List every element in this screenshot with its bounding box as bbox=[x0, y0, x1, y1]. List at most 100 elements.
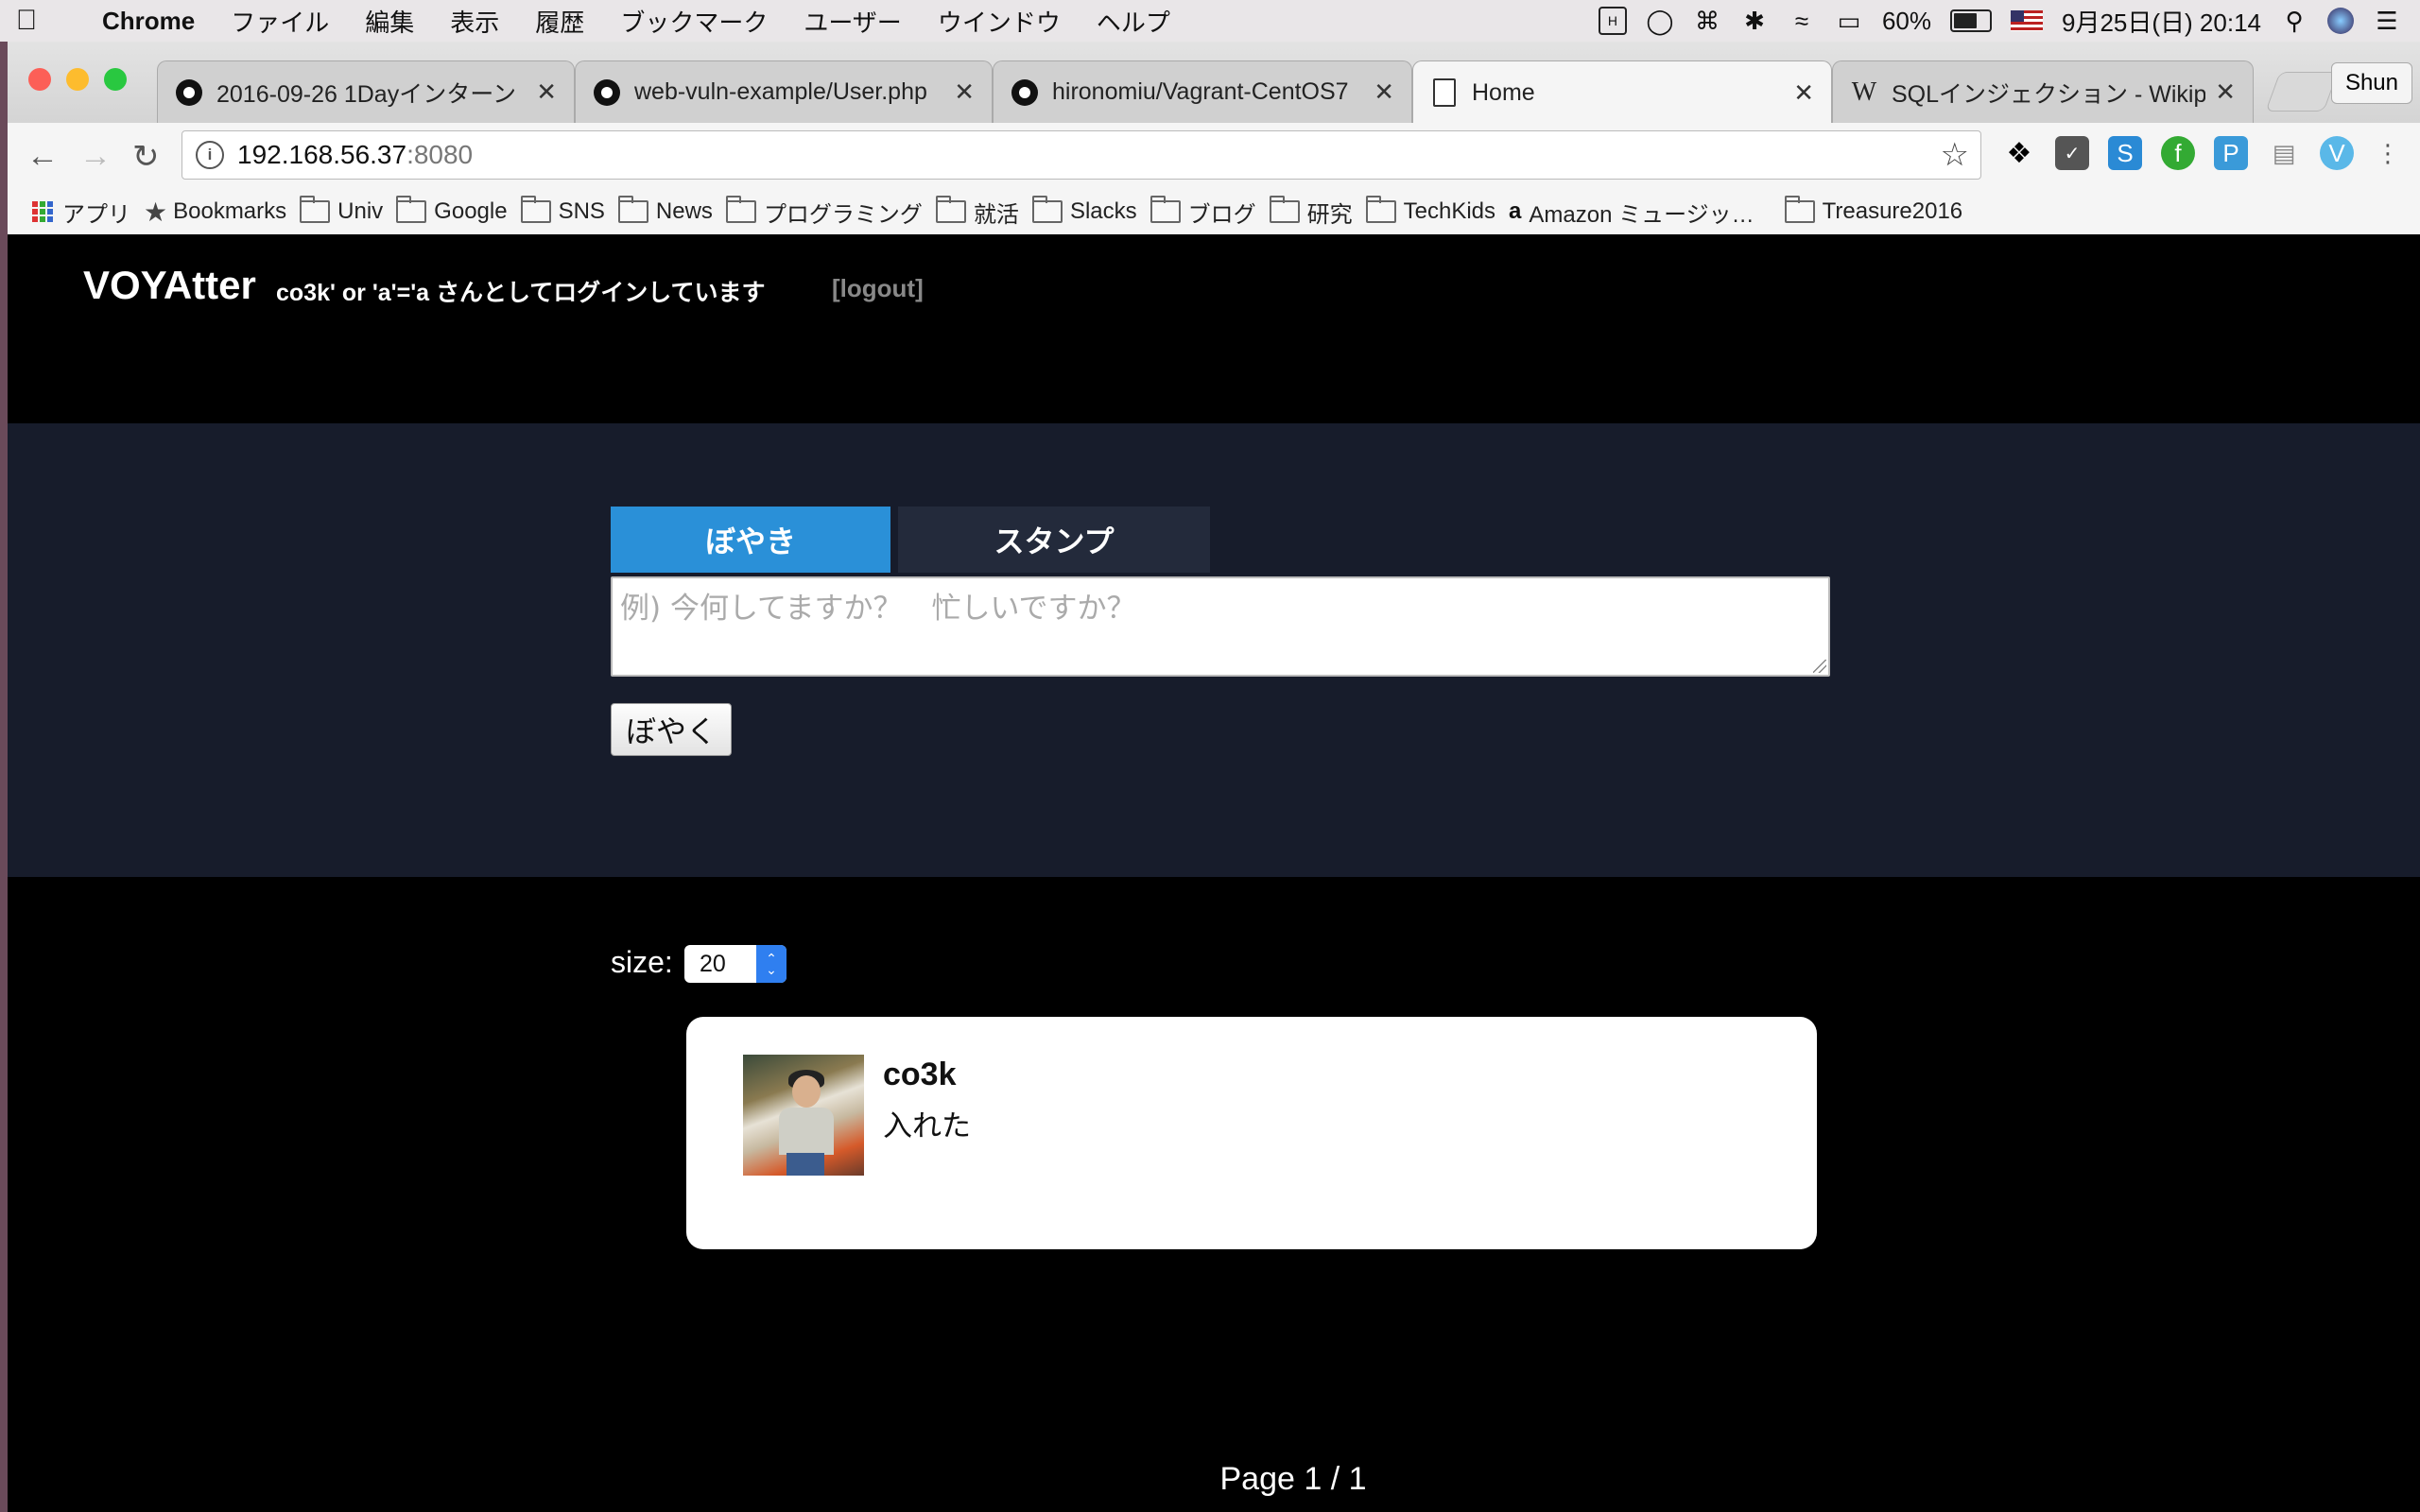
close-icon[interactable]: ✕ bbox=[1374, 77, 1394, 107]
notification-center-icon[interactable]: ☰ bbox=[2373, 7, 2401, 35]
bookmark-folder-programming[interactable]: プログラミング bbox=[725, 196, 923, 229]
airplay-icon[interactable]: ▭ bbox=[1835, 7, 1863, 35]
sync-icon[interactable]: ◯ bbox=[1646, 7, 1674, 35]
folder-icon bbox=[520, 196, 551, 223]
bookmark-bookmarks[interactable]: ★ Bookmarks bbox=[144, 197, 286, 228]
profile-button[interactable]: Shun bbox=[2330, 62, 2412, 104]
bookmark-folder-slacks[interactable]: Slacks bbox=[1031, 196, 1137, 225]
wikipedia-icon: W bbox=[1851, 77, 1877, 107]
status-area: H ◯ ⌘ ✱ ≈ ▭ 60% 9月25日(日) 20:14 ⚲ ☰ bbox=[1598, 0, 2401, 42]
siri-icon[interactable] bbox=[2327, 8, 2354, 34]
minimize-window-button[interactable] bbox=[66, 68, 89, 91]
post-username[interactable]: co3k bbox=[883, 1057, 957, 1093]
reload-icon[interactable]: ↻ bbox=[132, 138, 160, 176]
v-extension-icon[interactable]: V bbox=[2320, 136, 2354, 170]
url-host: 192.168.56.37 bbox=[237, 140, 407, 169]
menu-edit[interactable]: 編集 bbox=[365, 4, 414, 39]
bookmark-folder-blog[interactable]: ブログ bbox=[1150, 196, 1256, 229]
app-status-icon[interactable]: H bbox=[1598, 7, 1627, 35]
tab-boyaki[interactable]: ぼやき bbox=[611, 507, 890, 573]
github-icon bbox=[593, 78, 621, 107]
folder-icon bbox=[1150, 196, 1181, 223]
select-arrows-icon: ⌃ ⌄ bbox=[756, 945, 786, 983]
bookmark-folder-news[interactable]: News bbox=[617, 196, 713, 225]
bookmark-folder-techkids[interactable]: TechKids bbox=[1365, 196, 1495, 225]
bookmark-star-icon[interactable]: ☆ bbox=[1941, 136, 1969, 174]
tab-internship[interactable]: 2016-09-26 1Dayインターン ✕ bbox=[157, 60, 575, 123]
tab-title: 2016-09-26 1Dayインターン bbox=[216, 80, 516, 108]
tab-home[interactable]: Home ✕ bbox=[1412, 60, 1832, 124]
app-menu-chrome[interactable]: Chrome bbox=[102, 7, 195, 36]
bookmark-label: Bookmarks bbox=[173, 198, 287, 224]
bookmark-amazon-music[interactable]: a Amazon ミュージッ… bbox=[1509, 196, 1754, 229]
command-icon[interactable]: ⌘ bbox=[1693, 7, 1721, 35]
tab-title: hironomiu/Vagrant-CentOS7 bbox=[1052, 78, 1349, 105]
close-window-button[interactable] bbox=[28, 68, 51, 91]
browser-window: 2016-09-26 1Dayインターン ✕ web-vuln-example/… bbox=[8, 42, 2420, 1512]
menu-window[interactable]: ウインドウ bbox=[938, 4, 1061, 39]
post-textarea[interactable]: 例) 今何してますか？ 忙しいですか？ bbox=[611, 576, 1830, 677]
menu-user[interactable]: ユーザー bbox=[804, 4, 901, 39]
close-icon[interactable]: ✕ bbox=[536, 77, 557, 107]
post-button[interactable]: ぼやく bbox=[611, 703, 732, 756]
menu-view[interactable]: 表示 bbox=[450, 4, 499, 39]
bookmark-folder-research[interactable]: 研究 bbox=[1269, 196, 1353, 229]
forward-arrow-icon[interactable]: → bbox=[79, 138, 112, 175]
feedly-extension-icon[interactable]: f bbox=[2161, 136, 2195, 170]
pocket-extension-icon[interactable]: ✓ bbox=[2055, 136, 2089, 170]
macos-menubar:  Chrome ファイル 編集 表示 履歴 ブックマーク ユーザー ウインドウ… bbox=[0, 0, 2420, 42]
twitter-extension-icon[interactable]: ❖ bbox=[2002, 136, 2036, 170]
avatar[interactable] bbox=[743, 1055, 864, 1176]
address-bar[interactable]: i 192.168.56.37 :8080 ☆ bbox=[182, 130, 1981, 180]
spotlight-search-icon[interactable]: ⚲ bbox=[2280, 7, 2308, 35]
menu-file[interactable]: ファイル bbox=[231, 4, 329, 39]
apple-icon[interactable]:  bbox=[0, 5, 53, 37]
folder-icon bbox=[300, 196, 331, 223]
close-icon[interactable]: ✕ bbox=[2215, 77, 2236, 107]
site-logo[interactable]: VOYAtter bbox=[83, 263, 256, 308]
zoom-window-button[interactable] bbox=[104, 68, 127, 91]
url-port: :8080 bbox=[406, 140, 474, 169]
size-select-value: 20 bbox=[700, 950, 726, 977]
bookmark-folder-univ[interactable]: Univ bbox=[300, 196, 384, 225]
back-arrow-icon[interactable]: ← bbox=[26, 138, 59, 175]
folder-icon bbox=[725, 196, 756, 223]
bookmark-label: Univ bbox=[337, 198, 384, 224]
battery-icon[interactable] bbox=[1950, 9, 1993, 32]
menu-bookmarks[interactable]: ブックマーク bbox=[620, 4, 768, 39]
tab-user-php[interactable]: web-vuln-example/User.php ✕ bbox=[575, 60, 993, 123]
folder-icon bbox=[396, 196, 427, 223]
close-icon[interactable]: ✕ bbox=[954, 77, 975, 107]
tab-stamp[interactable]: スタンプ bbox=[898, 507, 1210, 573]
bookmark-label: Treasure2016 bbox=[1822, 198, 1963, 224]
bookmark-folder-shukatsu[interactable]: 就活 bbox=[935, 196, 1019, 229]
clock[interactable]: 9月25日(日) 20:14 bbox=[2062, 4, 2261, 39]
snowflake-icon[interactable]: ✱ bbox=[1740, 7, 1769, 35]
bookmark-folder-treasure2016[interactable]: Treasure2016 bbox=[1784, 196, 1963, 225]
p-extension-icon[interactable]: P bbox=[2214, 136, 2248, 170]
menu-history[interactable]: 履歴 bbox=[535, 4, 584, 39]
us-flag-icon[interactable] bbox=[2011, 10, 2044, 31]
post-text: 入れた bbox=[883, 1109, 971, 1143]
size-label: size: bbox=[611, 945, 673, 979]
page-extension-icon[interactable]: ▤ bbox=[2267, 136, 2301, 170]
tab-wikipedia[interactable]: W SQLインジェクション - Wikipe ✕ bbox=[1832, 60, 2254, 123]
info-icon[interactable]: i bbox=[196, 141, 224, 169]
menu-help[interactable]: ヘルプ bbox=[1097, 4, 1170, 39]
post-form-area: ぼやき スタンプ 例) 今何してますか？ 忙しいですか？ ぼやく bbox=[8, 423, 2420, 877]
close-icon[interactable]: ✕ bbox=[1793, 78, 1814, 108]
resize-grip-icon[interactable] bbox=[1813, 660, 1826, 673]
chrome-menu-icon[interactable]: ⋮ bbox=[2371, 136, 2405, 170]
battery-percent: 60% bbox=[1881, 6, 1932, 35]
new-tab-button[interactable] bbox=[2265, 72, 2339, 112]
bookmark-folder-google[interactable]: Google bbox=[396, 196, 508, 225]
size-select[interactable]: 20 ⌃ ⌄ bbox=[684, 945, 786, 983]
bookmark-apps[interactable]: アプリ bbox=[32, 196, 130, 229]
bookmark-label: Amazon ミュージッ… bbox=[1529, 201, 1754, 228]
bookmark-folder-sns[interactable]: SNS bbox=[520, 196, 605, 225]
logout-link[interactable]: [logout] bbox=[832, 274, 924, 303]
wifi-icon[interactable]: ≈ bbox=[1788, 7, 1816, 35]
s-extension-icon[interactable]: S bbox=[2108, 136, 2142, 170]
tab-vagrant[interactable]: hironomiu/Vagrant-CentOS7 ✕ bbox=[993, 60, 1412, 123]
tab-title: Home bbox=[1472, 78, 1535, 106]
